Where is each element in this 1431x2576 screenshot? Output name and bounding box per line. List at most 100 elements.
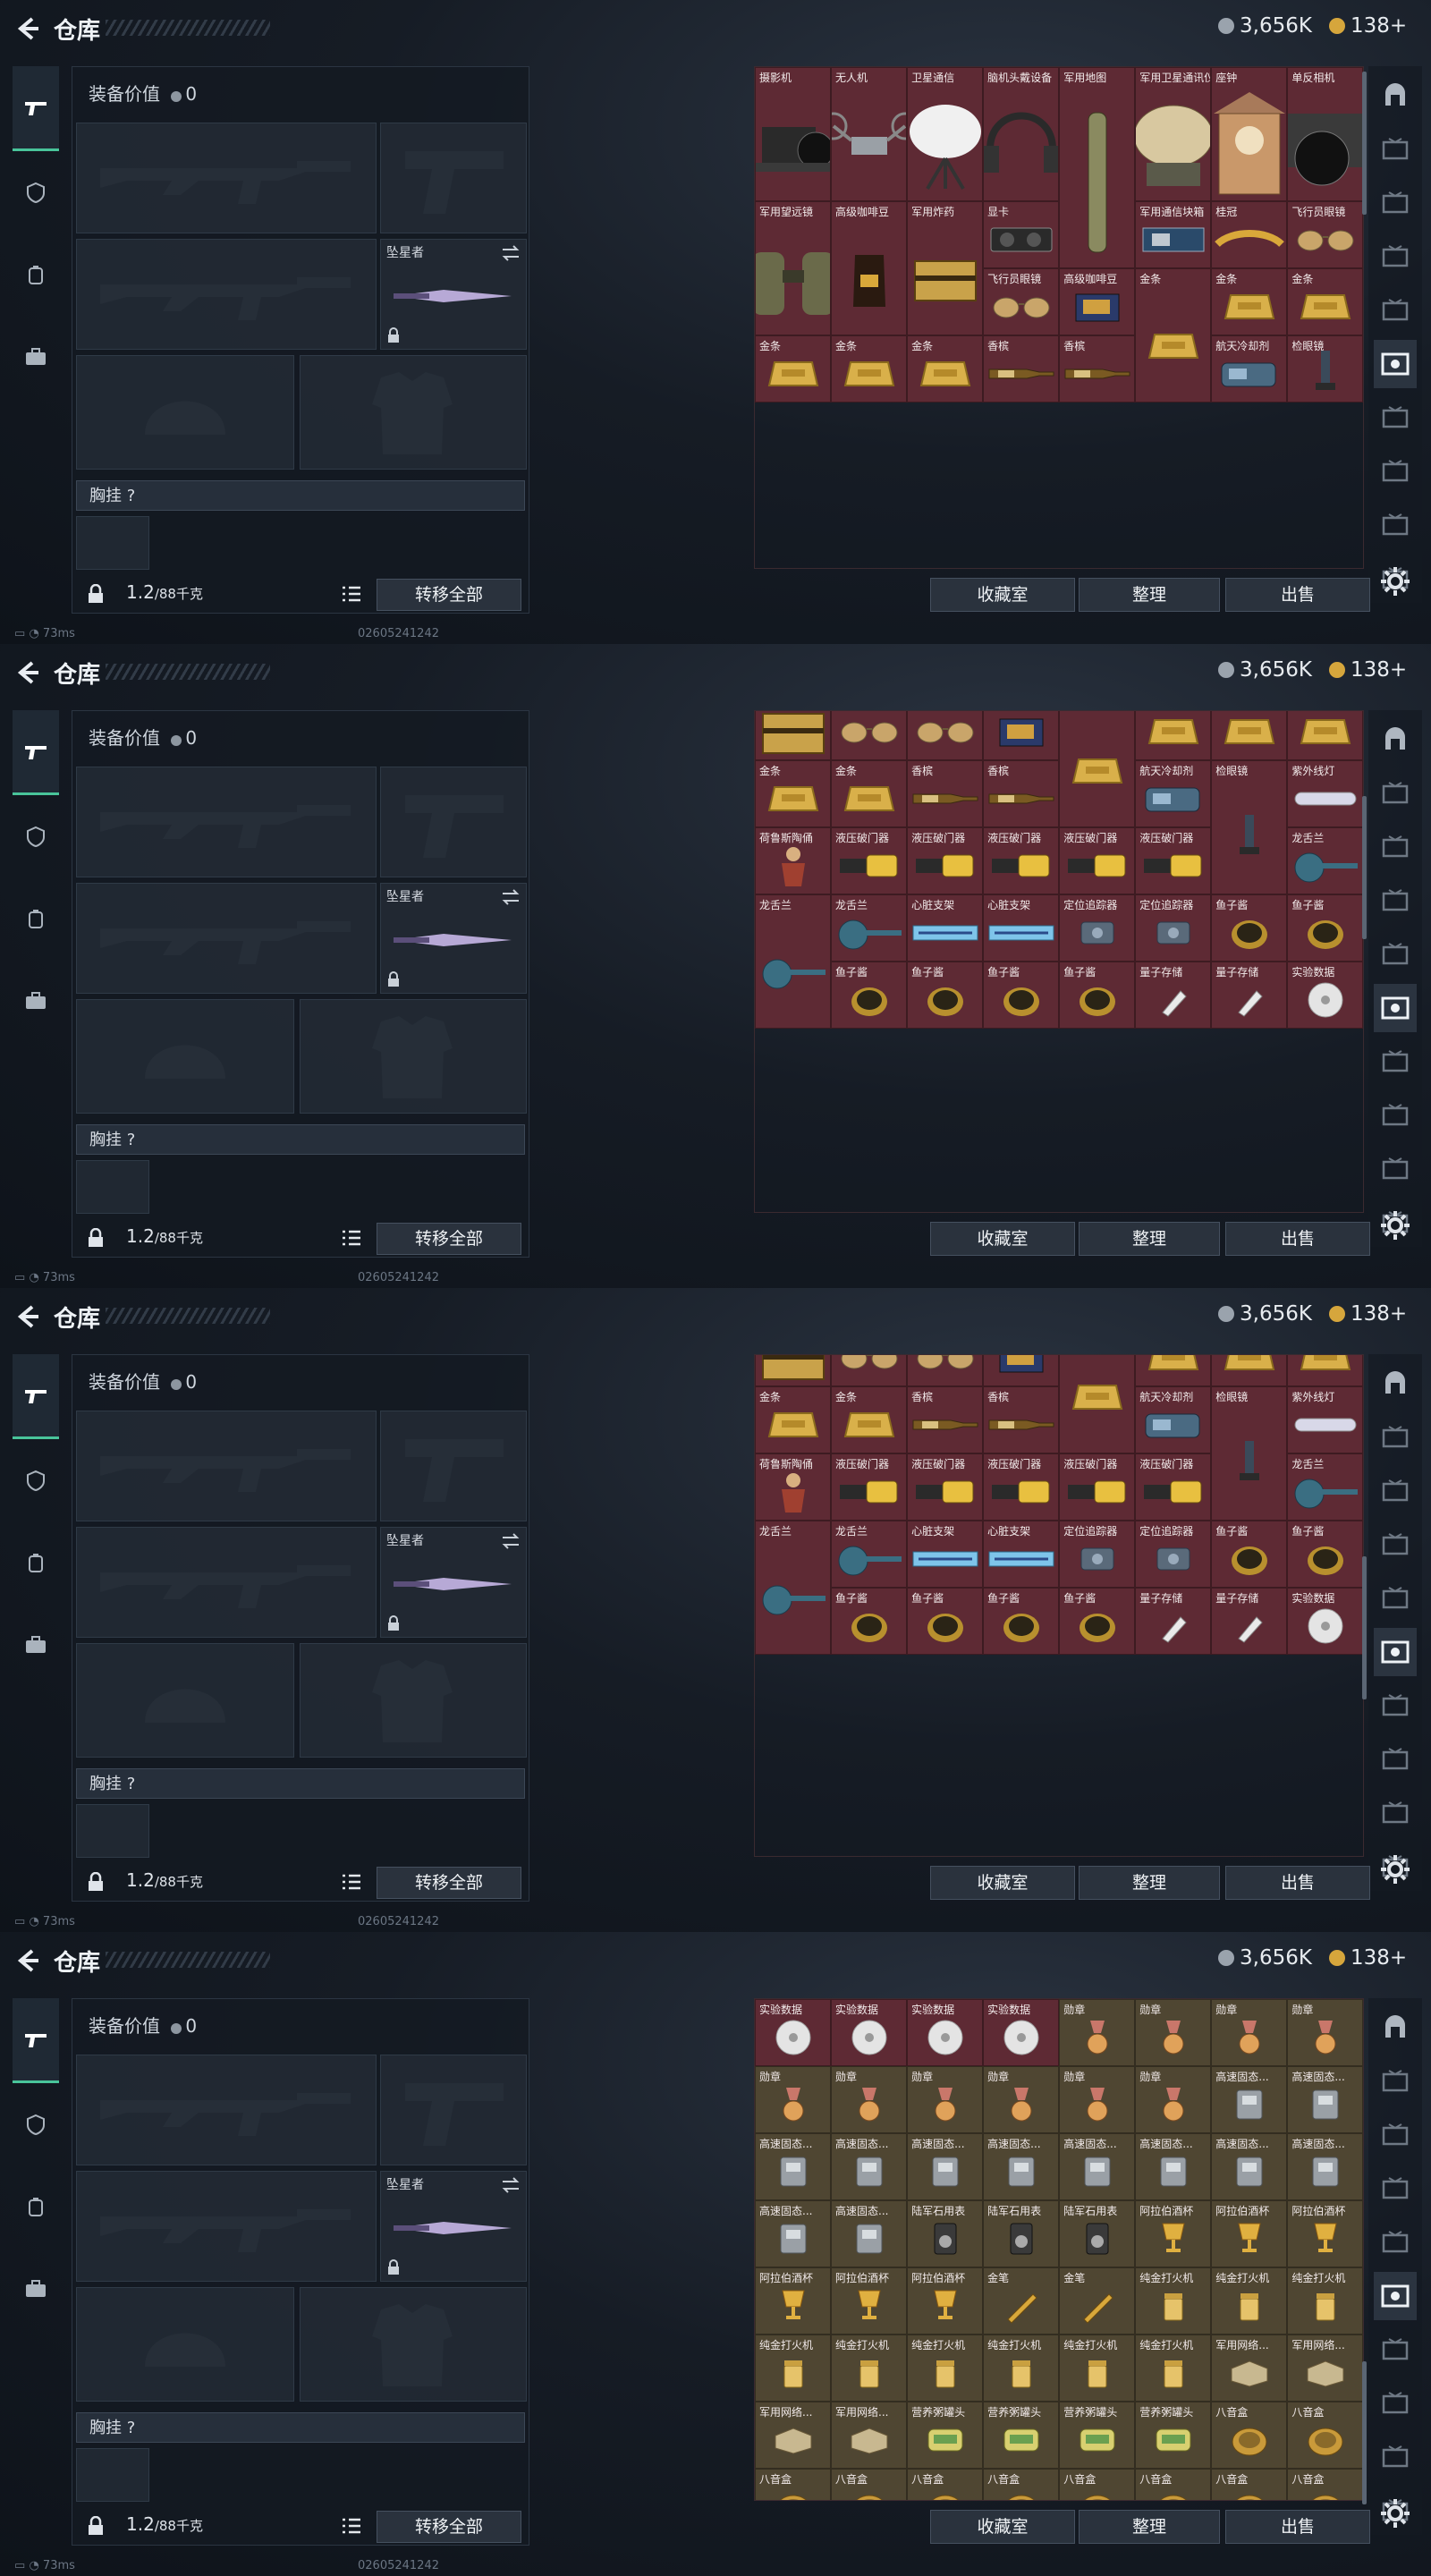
stash-item[interactable]: 勋章 bbox=[755, 2066, 832, 2133]
stash-item[interactable]: 实验数据 bbox=[755, 1999, 832, 2066]
stash-item[interactable]: 量子存储 bbox=[1211, 962, 1288, 1029]
melee-slot[interactable]: 坠星者 bbox=[380, 1527, 527, 1638]
tv-icon[interactable] bbox=[1374, 447, 1417, 496]
stash-item[interactable]: 八音盒 bbox=[1287, 2402, 1363, 2469]
list-icon[interactable] bbox=[341, 2516, 362, 2536]
stash-item[interactable]: 高速固态... bbox=[755, 2200, 832, 2267]
stash-item[interactable]: 金条 bbox=[1135, 268, 1212, 402]
stash-item[interactable]: 鱼子酱 bbox=[1287, 894, 1363, 962]
stash-item[interactable]: 纯金打火机 bbox=[1211, 2267, 1288, 2334]
stash-item[interactable]: 金条 bbox=[755, 760, 832, 827]
stash-item[interactable]: 军用网络... bbox=[1287, 2334, 1363, 2402]
stash-item[interactable]: 陆军石用表 bbox=[983, 2200, 1060, 2267]
stash-item[interactable]: 阿拉伯酒杯 bbox=[831, 2267, 908, 2334]
stash-item[interactable]: 金条 bbox=[1135, 1355, 1212, 1386]
nav-weapons[interactable] bbox=[13, 1998, 59, 2083]
stash-item[interactable]: 液压破门器 bbox=[983, 1453, 1060, 1521]
stash-item[interactable]: 军用网络... bbox=[831, 2402, 908, 2469]
tv-icon[interactable] bbox=[1374, 769, 1417, 818]
gold-currency[interactable]: 138+ bbox=[1329, 1302, 1407, 1326]
stash-item[interactable]: 阿拉伯酒杯 bbox=[907, 2267, 984, 2334]
tv-icon[interactable] bbox=[1374, 1413, 1417, 1462]
stash-item[interactable]: 军用通信块箱 bbox=[1135, 201, 1212, 268]
stash-item[interactable]: 勋章 bbox=[907, 2066, 984, 2133]
stash-item[interactable]: 军用望远镜 bbox=[755, 201, 832, 335]
stash-item[interactable]: 营养粥罐头 bbox=[1059, 2402, 1136, 2469]
stash-item[interactable]: 实验数据 bbox=[831, 1999, 908, 2066]
safe-icon[interactable] bbox=[1374, 984, 1417, 1032]
stash-item[interactable]: 鱼子酱 bbox=[831, 1588, 908, 1655]
stash-item[interactable]: 鱼子酱 bbox=[907, 1588, 984, 1655]
stash-item[interactable]: 液压破门器 bbox=[1135, 1453, 1212, 1521]
stash-item[interactable]: 金条 bbox=[755, 335, 832, 402]
collection-button[interactable]: 收藏室 bbox=[930, 578, 1075, 612]
stash-item[interactable]: 勋章 bbox=[831, 2066, 908, 2133]
stash-item[interactable]: 定位追踪器 bbox=[1135, 894, 1212, 962]
stash-item[interactable]: 高级咖啡豆 bbox=[1059, 268, 1136, 335]
stash-item[interactable]: 液压破门器 bbox=[831, 1453, 908, 1521]
stash-item[interactable]: 金笔 bbox=[983, 2267, 1060, 2334]
collection-button[interactable]: 收藏室 bbox=[930, 1222, 1075, 1256]
stash-item[interactable]: 鱼子酱 bbox=[1211, 894, 1288, 962]
nav-backpack[interactable] bbox=[13, 233, 59, 316]
stash-item[interactable]: 纯金打火机 bbox=[1135, 2334, 1212, 2402]
tv-icon[interactable] bbox=[1374, 823, 1417, 871]
melee-slot[interactable]: 坠星者 bbox=[380, 2171, 527, 2282]
stash-item[interactable]: 金条 bbox=[1135, 711, 1212, 760]
stash-item[interactable]: 高速固态... bbox=[983, 2133, 1060, 2200]
transfer-all-button[interactable]: 转移全部 bbox=[377, 1867, 521, 1899]
nav-weapons[interactable] bbox=[13, 710, 59, 795]
stash-item[interactable]: 航天冷却剂 bbox=[1135, 1386, 1212, 1453]
stash-item[interactable]: 量子存储 bbox=[1135, 1588, 1212, 1655]
stash-item[interactable]: 营养粥罐头 bbox=[907, 2402, 984, 2469]
stash-item[interactable]: 脑机头戴设备 bbox=[983, 67, 1060, 201]
back-arrow-icon[interactable] bbox=[13, 1302, 41, 1331]
helmet-slot[interactable] bbox=[76, 1643, 294, 1758]
swap-icon[interactable] bbox=[501, 2177, 521, 2193]
stash-item[interactable]: 金条 bbox=[1211, 1355, 1288, 1386]
stash-item[interactable]: 纯金打火机 bbox=[755, 2334, 832, 2402]
stash-item[interactable] bbox=[907, 1355, 984, 1386]
stash-item[interactable]: 航天冷却剂 bbox=[1135, 760, 1212, 827]
stash-item[interactable] bbox=[983, 1355, 1060, 1386]
stash-item[interactable]: 军用网络... bbox=[1211, 2334, 1288, 2402]
transfer-all-button[interactable]: 转移全部 bbox=[377, 2511, 521, 2543]
list-icon[interactable] bbox=[341, 584, 362, 604]
stash-item[interactable] bbox=[755, 1355, 832, 1386]
stash-item[interactable]: 鱼子酱 bbox=[983, 1588, 1060, 1655]
stash-item[interactable]: 香槟 bbox=[983, 335, 1060, 402]
tv-icon[interactable] bbox=[1374, 1038, 1417, 1086]
nav-backpack[interactable] bbox=[13, 1521, 59, 1604]
stash-item[interactable]: 高速固态... bbox=[1211, 2133, 1288, 2200]
stash-item[interactable]: 纯金打火机 bbox=[1287, 2267, 1363, 2334]
stash-item[interactable]: 八音盒 bbox=[1135, 2469, 1212, 2500]
collection-button[interactable]: 收藏室 bbox=[930, 2510, 1075, 2544]
stash-scrollbar[interactable] bbox=[1362, 72, 1367, 215]
nav-backpack[interactable] bbox=[13, 877, 59, 960]
stash-item[interactable]: 高速固态... bbox=[1287, 2066, 1363, 2133]
stash-item[interactable]: 高速固态... bbox=[1135, 2133, 1212, 2200]
primary-weapon-slot[interactable] bbox=[76, 767, 377, 877]
nav-case[interactable] bbox=[13, 2248, 59, 2330]
stash-item[interactable]: 实验数据 bbox=[983, 1999, 1060, 2066]
organize-button[interactable]: 整理 bbox=[1079, 1866, 1220, 1900]
chest-rig-slot[interactable]: 胸挂 ? bbox=[76, 2412, 525, 2443]
stash-item[interactable]: 军用地图 bbox=[1059, 67, 1136, 268]
stash-item[interactable]: 金条 bbox=[831, 335, 908, 402]
stash-item[interactable]: 纯金打火机 bbox=[1135, 2267, 1212, 2334]
helmet-slot[interactable] bbox=[76, 355, 294, 470]
vault-arch-icon[interactable] bbox=[1374, 716, 1417, 764]
stash-item[interactable]: 荷鲁斯陶俑 bbox=[755, 1453, 832, 1521]
stash-item[interactable]: 定位追踪器 bbox=[1135, 1521, 1212, 1588]
stash-item[interactable]: 心脏支架 bbox=[907, 894, 984, 962]
primary-weapon-slot[interactable] bbox=[76, 123, 377, 233]
list-icon[interactable] bbox=[341, 1228, 362, 1248]
tv-icon[interactable] bbox=[1374, 877, 1417, 925]
collection-button[interactable]: 收藏室 bbox=[930, 1866, 1075, 1900]
stash-item[interactable]: 勋章 bbox=[1135, 2066, 1212, 2133]
tv-icon[interactable] bbox=[1374, 125, 1417, 174]
pistol-slot[interactable] bbox=[380, 2055, 527, 2165]
stash-item[interactable]: 勋章 bbox=[1287, 1999, 1363, 2066]
nav-case[interactable] bbox=[13, 316, 59, 398]
back-arrow-icon[interactable] bbox=[13, 1946, 41, 1975]
